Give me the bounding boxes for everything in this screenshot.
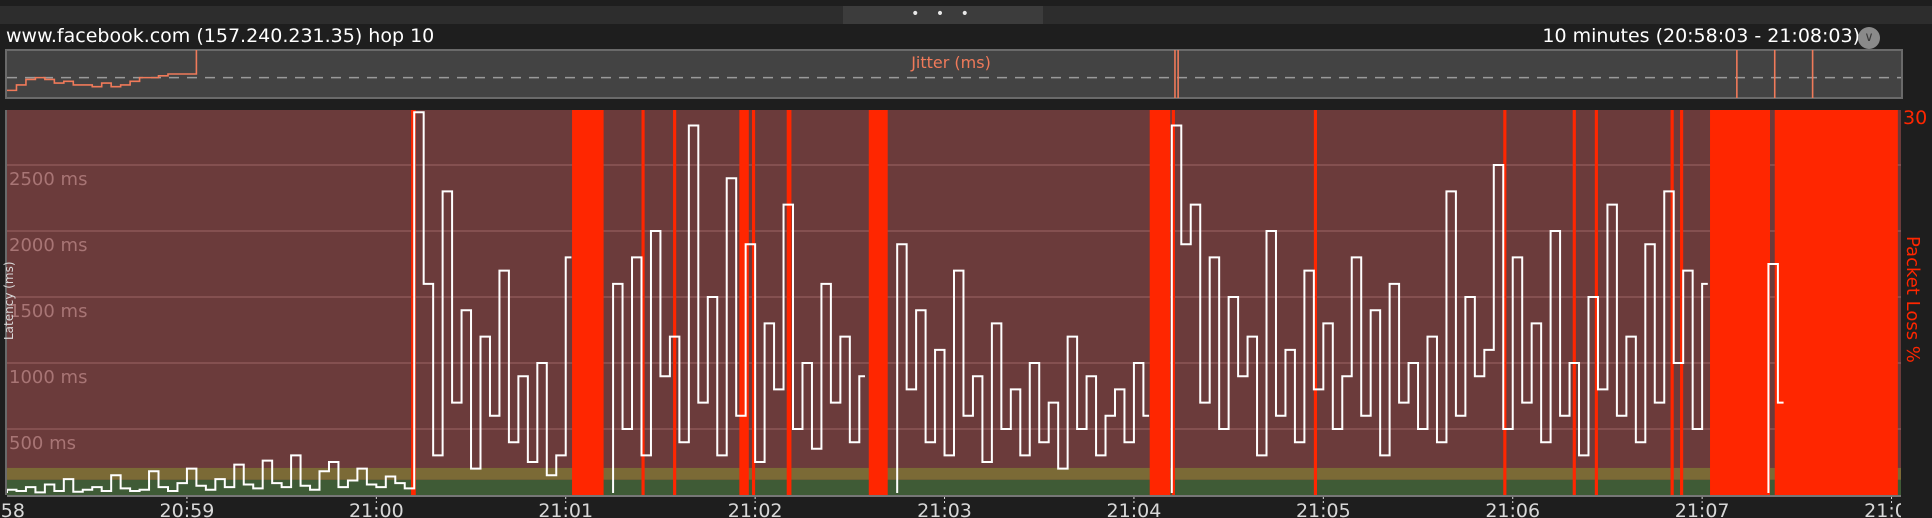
x-tick-label: 20:58	[0, 500, 25, 518]
packet-loss-bar	[739, 110, 749, 495]
x-tick-label: 20:59	[160, 500, 215, 518]
x-tick-label: 21:05	[1296, 500, 1351, 518]
y-tick-label: 500 ms	[9, 433, 76, 454]
chart-svg[interactable]: 500 ms 1000 ms 1500 ms 2000 ms 2500 ms 20:58 2…	[0, 0, 1932, 518]
x-tick-label: 21:01	[538, 500, 593, 518]
x-tick-label: 21:04	[1107, 500, 1162, 518]
packet-loss-bar	[868, 110, 888, 495]
y-tick-label: 2500 ms	[9, 169, 87, 190]
pingplotter-timeline: • • • www.facebook.com (157.240.231.35) …	[0, 0, 1932, 518]
x-tick-label: 21:07	[1675, 500, 1730, 518]
packet-loss-bar	[1149, 110, 1171, 495]
y-tick-label: 2000 ms	[9, 235, 87, 256]
jitter-title: Jitter (ms)	[910, 53, 991, 72]
packet-loss-bar	[673, 110, 677, 495]
x-tick-label: 21:02	[728, 500, 783, 518]
x-tick-label: 21:03	[917, 500, 972, 518]
y-tick-label: 1500 ms	[9, 301, 87, 322]
packet-loss-bar	[1774, 110, 1898, 495]
latency-plot: 500 ms 1000 ms 1500 ms 2000 ms 2500 ms 20:58 2…	[0, 100, 1932, 518]
y-tick-label: 1000 ms	[9, 367, 87, 388]
packet-loss-bar	[1710, 110, 1770, 495]
latency-axis-label: Latency (ms)	[2, 261, 16, 340]
x-tick-label: 21:06	[1485, 500, 1540, 518]
x-tick-label: 21:00	[349, 500, 404, 518]
packet-loss-axis-label: Packet Loss %	[1902, 236, 1923, 363]
packet-loss-bar	[786, 110, 792, 495]
packet-loss-bar	[1572, 110, 1576, 495]
packet-loss-max-label: 30	[1903, 107, 1927, 129]
packet-loss-bar	[572, 110, 604, 495]
